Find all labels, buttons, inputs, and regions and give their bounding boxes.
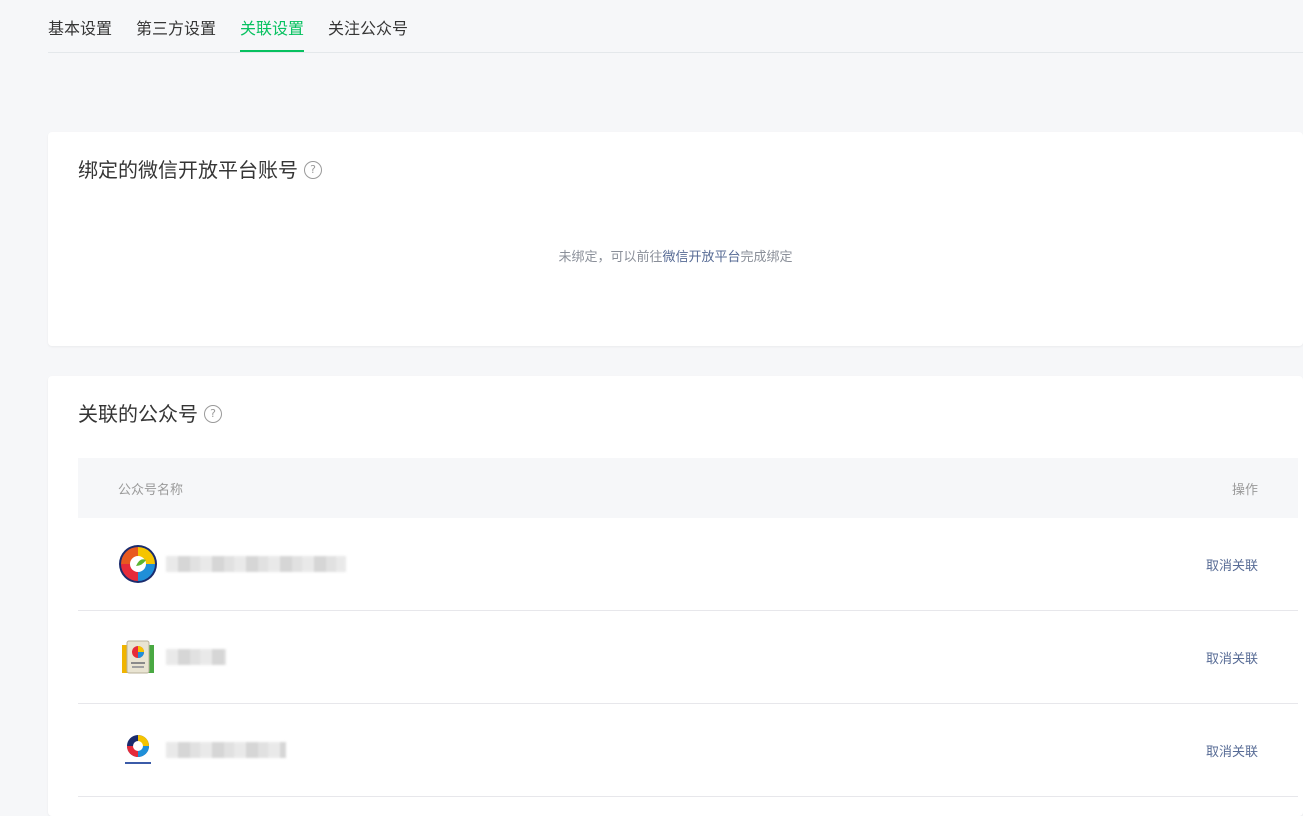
table-row: 取消关联 [78,518,1298,611]
open-platform-link[interactable]: 微信开放平台 [662,250,740,265]
unlink-button[interactable]: 取消关联 [1206,741,1258,760]
rainbow-logo-icon [118,544,158,584]
help-icon[interactable]: ? [204,405,222,423]
unbound-text-prefix: 未绑定，可以前往 [558,250,663,265]
account-name-blurred [166,649,226,665]
linked-accounts-table: 公众号名称 操作 取消关联 取消关联 取消关联 [78,458,1298,797]
table-header: 公众号名称 操作 [78,458,1298,518]
book-logo-icon [118,637,158,677]
open-platform-card: 绑定的微信开放平台账号 ? 未绑定，可以前往微信开放平台完成绑定 [48,132,1303,346]
account-name-blurred [166,742,286,758]
tab-basic-settings[interactable]: 基本设置 [48,19,112,52]
account-name-blurred [166,556,346,572]
linked-accounts-title: 关联的公众号 [78,402,198,426]
table-row: 取消关联 [78,704,1298,797]
small-rainbow-logo-icon [118,730,158,770]
column-header-action: 操作 [1231,482,1258,498]
unlink-button[interactable]: 取消关联 [1206,555,1258,574]
help-icon[interactable]: ? [304,161,322,179]
unbound-message: 未绑定，可以前往微信开放平台完成绑定 [48,246,1303,265]
linked-accounts-card: 关联的公众号 ? 公众号名称 操作 取消关联 取消关联 取消关联 [48,376,1303,816]
table-row: 取消关联 [78,611,1298,704]
unlink-button[interactable]: 取消关联 [1206,648,1258,667]
tab-follow-account[interactable]: 关注公众号 [328,19,408,52]
open-platform-title: 绑定的微信开放平台账号 [78,158,298,182]
unbound-text-suffix: 完成绑定 [740,250,793,265]
tab-link-settings[interactable]: 关联设置 [240,19,305,52]
settings-tab-bar: 基本设置 第三方设置 关联设置 关注公众号 [48,0,1303,53]
column-header-name: 公众号名称 [118,482,184,498]
tab-third-party-settings[interactable]: 第三方设置 [136,19,216,52]
